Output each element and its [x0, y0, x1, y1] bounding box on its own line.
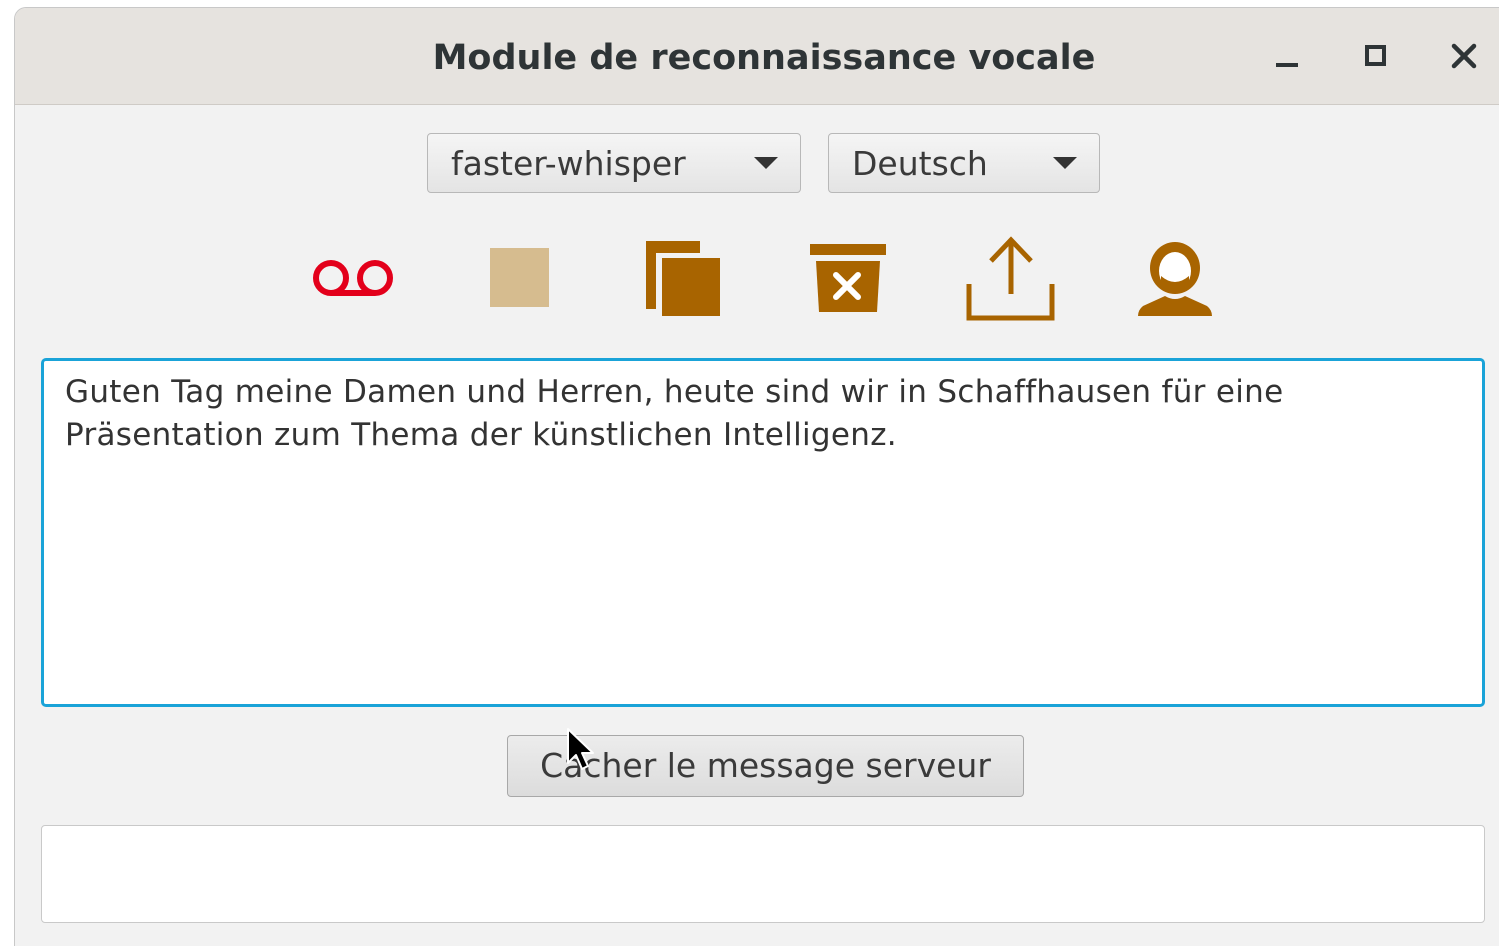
transcript-textarea[interactable]: Guten Tag meine Damen und Herren, heute … [41, 358, 1485, 707]
app-window: Module de reconnaissance vocale faster-w… [14, 7, 1499, 946]
server-message-field[interactable] [41, 825, 1485, 923]
close-button[interactable] [1444, 36, 1484, 76]
minimize-button[interactable] [1267, 36, 1307, 76]
maximize-button[interactable] [1356, 36, 1396, 76]
record-button[interactable] [312, 256, 398, 300]
delete-icon [810, 244, 886, 312]
maximize-icon [1365, 45, 1386, 66]
title-bar[interactable]: Module de reconnaissance vocale [15, 8, 1499, 105]
upload-button[interactable] [966, 234, 1056, 324]
copy-button[interactable] [644, 239, 724, 319]
toggle-server-message-button[interactable]: Cacher le message serveur [507, 735, 1024, 797]
user-button[interactable] [1135, 240, 1215, 320]
language-select[interactable]: Deutsch [828, 133, 1100, 193]
transcript-text: Guten Tag meine Damen und Herren, heute … [65, 374, 1294, 453]
delete-button[interactable] [808, 242, 888, 318]
model-select[interactable]: faster-whisper [427, 133, 801, 193]
minimize-icon [1276, 63, 1298, 67]
voicemail-record-icon [313, 260, 393, 296]
stop-button[interactable] [489, 247, 551, 309]
chevron-down-icon [754, 157, 778, 169]
chevron-down-icon [1053, 157, 1077, 169]
model-select-value: faster-whisper [451, 144, 686, 183]
copy-icon [646, 241, 720, 316]
user-icon [1138, 242, 1212, 316]
upload-icon [966, 236, 1055, 321]
stop-icon [490, 248, 549, 307]
language-select-value: Deutsch [852, 144, 988, 183]
close-icon [1451, 43, 1477, 69]
